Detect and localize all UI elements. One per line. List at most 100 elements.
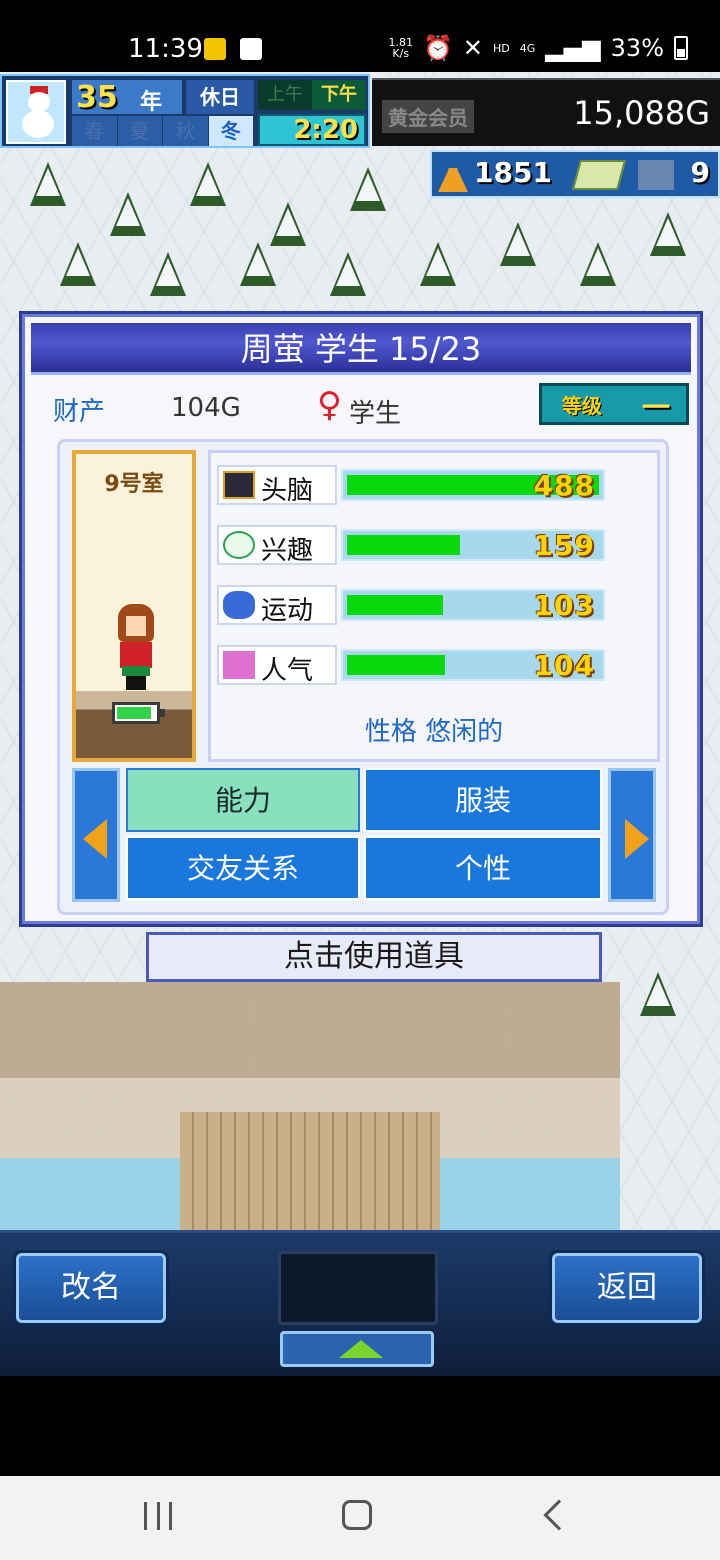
arrow-up-icon (339, 1340, 383, 1358)
money-amount: 15,088G (573, 94, 710, 132)
stat-row-interest: 兴趣 159 (217, 525, 607, 566)
date-time-panel[interactable]: 35 年 休日 春 夏 秋 冬 上午 下午 2:20 (0, 74, 370, 148)
snow-tree (500, 222, 536, 266)
snow-tree (650, 212, 686, 256)
role-label: 学生 (349, 399, 402, 429)
snow-tree (330, 252, 366, 296)
sport-icon (223, 591, 255, 619)
back-button[interactable]: 返回 (552, 1253, 702, 1323)
personality-text: 性格 悠闲的 (364, 717, 504, 747)
stats-panel: 头脑 488 兴趣 159 运动 103 人气 104 性格 悠闲的 (208, 450, 660, 762)
stat-fill (347, 595, 443, 615)
back-nav-icon[interactable] (543, 1499, 575, 1531)
detail-tabs: 能力 服装 交友关系 个性 (72, 768, 656, 902)
stat-name: 人气 (261, 656, 314, 686)
arrow-left-icon (83, 819, 107, 859)
am-label: 上午 (267, 84, 303, 105)
network-type: 4G (519, 41, 536, 55)
snowman-body (22, 110, 54, 138)
season-winter: 冬 (208, 116, 254, 146)
student-detail-box: 9号室 头脑 488 兴趣 159 运动 103 人气 104 性格 悠闲的 能… (57, 439, 669, 915)
prev-student-button[interactable] (72, 768, 120, 902)
use-item-button[interactable]: 点击使用道具 (146, 932, 602, 982)
stat-name: 头脑 (261, 476, 314, 506)
status-right: 1.81 K/s ⏰ ✕ HD 4G ▂▄▆ 33% (389, 34, 688, 62)
snow-tree (190, 162, 226, 206)
snowman-head (28, 92, 50, 112)
sprite-skirt (122, 666, 150, 676)
snow-tree (580, 242, 616, 286)
item-icon (638, 160, 674, 190)
dialog-title: 周萤 学生 15/23 (31, 323, 691, 375)
download-check-icon (240, 38, 262, 60)
bottom-toolbar: 改名 返回 (0, 1230, 720, 1376)
battery-icon (674, 36, 688, 60)
year-number: 35 (76, 80, 118, 115)
recent-apps-icon[interactable] (144, 1502, 172, 1530)
room-label: 9号室 (104, 472, 164, 497)
snow-tree (60, 242, 96, 286)
stat-fill (347, 535, 461, 555)
alarm-icon: ⏰ (423, 34, 453, 62)
signal-icon: ▂▄▆ (545, 34, 601, 62)
hd-label: HD (493, 41, 510, 55)
year-display: 35 年 (72, 80, 182, 115)
sparkle-icon (223, 651, 255, 679)
student-info-row: 财产 104G ♀ 学生 等级 一 (31, 379, 691, 435)
assets-label: 财产 (53, 397, 106, 427)
snow-tree (350, 167, 386, 211)
stat-row-brain: 头脑 488 (217, 465, 607, 506)
stat-value: 104 (533, 649, 595, 682)
next-student-button[interactable] (608, 768, 656, 902)
level-label: 等级 (562, 394, 602, 418)
rename-button[interactable]: 改名 (16, 1253, 166, 1323)
game-clock: 2:20 (258, 114, 366, 146)
tab-clothing[interactable]: 服装 (364, 768, 602, 832)
stat-value: 103 (533, 589, 595, 622)
net-speed: 1.81 K/s (389, 37, 414, 59)
app-notification-icon (204, 38, 226, 60)
season-indicator: 春 夏 秋 冬 (72, 116, 254, 146)
ticket-count: 9 (690, 156, 710, 189)
stat-row-popularity: 人气 104 (217, 645, 607, 686)
system-nav-bar (0, 1476, 720, 1560)
stamina-battery-icon (112, 702, 165, 724)
season-summer: 夏 (117, 116, 163, 146)
stat-name: 运动 (261, 596, 314, 626)
computer-icon (223, 471, 255, 499)
year-unit: 年 (140, 90, 163, 115)
tab-friends[interactable]: 交友关系 (126, 836, 360, 900)
expand-up-button[interactable] (280, 1331, 434, 1367)
stat-bar: 104 (341, 649, 605, 682)
snow-tree (110, 192, 146, 236)
tab-personality[interactable]: 个性 (364, 836, 602, 900)
student-dialog: 周萤 学生 15/23 财产 104G ♀ 学生 等级 一 9号室 头脑 488… (22, 314, 700, 924)
day-type: 休日 (186, 80, 254, 114)
snow-tree (150, 252, 186, 296)
tab-ability[interactable]: 能力 (126, 768, 360, 832)
stat-head: 运动 (217, 585, 337, 626)
resources-panel[interactable]: 1851 9 (430, 150, 720, 198)
stat-value: 159 (533, 529, 595, 562)
female-icon: ♀ (317, 385, 342, 425)
snow-tree (420, 242, 456, 286)
sprite-legs (126, 676, 146, 690)
stat-fill (347, 655, 446, 675)
stat-head: 人气 (217, 645, 337, 686)
ticket-icon (571, 160, 627, 190)
ampm-indicator: 上午 下午 (258, 80, 366, 110)
stat-name: 兴趣 (261, 536, 314, 566)
arrow-right-icon (625, 819, 649, 859)
home-icon[interactable] (342, 1500, 372, 1530)
assets-value: 104G (171, 393, 241, 423)
net-speed-unit: K/s (392, 47, 410, 60)
snowman-icon (6, 80, 66, 144)
snow-tree (30, 162, 66, 206)
research-points: 1851 (474, 156, 552, 189)
sprite-face (126, 616, 146, 636)
mute-icon: ✕ (462, 34, 483, 62)
stat-head: 头脑 (217, 465, 337, 506)
level-badge: 等级 一 (539, 383, 689, 425)
money-panel[interactable]: 黄金会员 15,088G (372, 78, 720, 146)
student-sprite (114, 604, 158, 690)
